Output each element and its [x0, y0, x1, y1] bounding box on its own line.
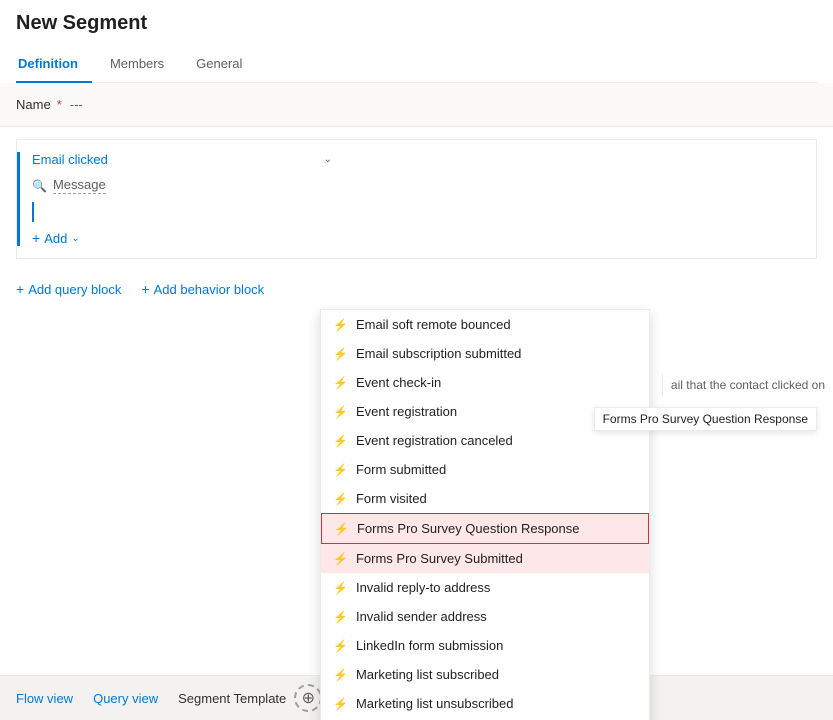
- lightning-icon: ⚡: [333, 376, 348, 390]
- dropdown-item-marketing-list-subscribed[interactable]: ⚡ Marketing list subscribed: [321, 660, 649, 689]
- dropdown-item-label: Invalid sender address: [356, 609, 487, 624]
- add-button[interactable]: + Add ⌄: [32, 230, 80, 246]
- dropdown-list[interactable]: ⚡ Email soft remote bounced ⚡ Email subscri…: [321, 310, 649, 720]
- chevron-down-icon: ⌄: [324, 154, 332, 165]
- dropdown-item-label: Invalid reply-to address: [356, 580, 490, 595]
- add-query-block-link[interactable]: + Add query block: [16, 281, 121, 297]
- lightning-icon: ⚡: [334, 522, 349, 536]
- dropdown-item-forms-pro-survey-submitted[interactable]: ⚡ Forms Pro Survey Submitted: [321, 544, 649, 573]
- dropdown-item-email-soft-remote-bounced[interactable]: ⚡ Email soft remote bounced: [321, 310, 649, 339]
- dropdown-item-label: Event check-in: [356, 375, 441, 390]
- dropdown-item-label: Form submitted: [356, 462, 446, 477]
- dropdown-item-label: Forms Pro Survey Question Response: [357, 521, 580, 536]
- lightning-icon: ⚡: [333, 492, 348, 506]
- lightning-icon: ⚡: [333, 639, 348, 653]
- name-value: ---: [70, 97, 83, 112]
- tab-general[interactable]: General: [194, 48, 256, 83]
- lightning-icon: ⚡: [333, 668, 348, 682]
- dropdown-item-label: Email subscription submitted: [356, 346, 521, 361]
- dropdown-item-form-submitted[interactable]: ⚡ Form submitted: [321, 455, 649, 484]
- lightning-icon: ⚡: [333, 610, 348, 624]
- message-label[interactable]: Message: [53, 177, 106, 194]
- dropdown-menu: ⚡ Email soft remote bounced ⚡ Email subscri…: [320, 309, 650, 720]
- search-icon: 🔍: [32, 179, 47, 193]
- lightning-icon: ⚡: [333, 581, 348, 595]
- segment-block-inner: Email clicked ⌄ 🔍 Message + Add ⌄: [17, 152, 804, 246]
- dropdown-item-label: LinkedIn form submission: [356, 638, 503, 653]
- lightning-icon: ⚡: [333, 463, 348, 477]
- dropdown-item-label: Event registration canceled: [356, 433, 513, 448]
- name-row: Name * ---: [0, 83, 833, 127]
- dropdown-item-linkedin-form-submission[interactable]: ⚡ LinkedIn form submission: [321, 631, 649, 660]
- action-row: + Add query block + Add behavior block: [0, 271, 833, 307]
- tab-definition[interactable]: Definition: [16, 48, 92, 83]
- dropdown-item-invalid-sender-address[interactable]: ⚡ Invalid sender address: [321, 602, 649, 631]
- name-label: Name: [16, 97, 51, 112]
- flow-view-link[interactable]: Flow view: [16, 691, 73, 706]
- lightning-icon: ⚡: [333, 318, 348, 332]
- plus-icon: +: [141, 281, 149, 297]
- page-title: New Segment: [16, 12, 817, 35]
- blue-bar: [32, 202, 34, 222]
- required-star: *: [57, 97, 62, 112]
- email-clicked-label[interactable]: Email clicked: [32, 152, 108, 167]
- plus-icon: +: [32, 230, 40, 246]
- message-row: 🔍 Message: [32, 177, 804, 194]
- lightning-icon: ⚡: [333, 405, 348, 419]
- dropdown-item-label: Marketing list subscribed: [356, 667, 499, 682]
- add-button-row: + Add ⌄: [32, 230, 804, 246]
- dropdown-item-form-visited[interactable]: ⚡ Form visited: [321, 484, 649, 513]
- plus-icon: +: [16, 281, 24, 297]
- tabs-row: Definition Members General: [16, 47, 817, 83]
- lightning-icon: ⚡: [333, 552, 348, 566]
- page-container: New Segment Definition Members General N…: [0, 0, 833, 720]
- dropdown-item-marketing-list-unsubscribed[interactable]: ⚡ Marketing list unsubscribed: [321, 689, 649, 718]
- main-content: Email clicked ⌄ 🔍 Message + Add ⌄: [0, 139, 833, 307]
- add-behavior-block-link[interactable]: + Add behavior block: [141, 281, 264, 297]
- dropdown-item-invalid-reply-to-address[interactable]: ⚡ Invalid reply-to address: [321, 573, 649, 602]
- segment-template-label: Segment Template: [178, 691, 286, 706]
- dropdown-item-label: Form visited: [356, 491, 427, 506]
- page-header: New Segment Definition Members General: [0, 0, 833, 83]
- lightning-icon: ⚡: [333, 434, 348, 448]
- lightning-icon: ⚡: [333, 347, 348, 361]
- tooltip-box: Forms Pro Survey Question Response: [594, 407, 817, 431]
- dropdown-item-label: Forms Pro Survey Submitted: [356, 551, 523, 566]
- dropdown-item-email-subscription-submitted[interactable]: ⚡ Email subscription submitted: [321, 339, 649, 368]
- template-icon: ⊕: [294, 684, 322, 712]
- right-hint-text: ail that the contact clicked on: [662, 374, 833, 396]
- lightning-icon: ⚡: [333, 697, 348, 711]
- chevron-down-icon: ⌄: [71, 233, 79, 244]
- tab-members[interactable]: Members: [108, 48, 178, 83]
- email-clicked-row[interactable]: Email clicked ⌄: [32, 152, 332, 167]
- dropdown-item-label: Event registration: [356, 404, 457, 419]
- query-view-link[interactable]: Query view: [93, 691, 158, 706]
- segment-block: Email clicked ⌄ 🔍 Message + Add ⌄: [16, 139, 817, 259]
- dropdown-item-label: Marketing list unsubscribed: [356, 696, 514, 711]
- dropdown-item-event-check-in[interactable]: ⚡ Event check-in: [321, 368, 649, 397]
- dropdown-item-label: Email soft remote bounced: [356, 317, 511, 332]
- dropdown-item-forms-pro-survey-question-response[interactable]: ⚡ Forms Pro Survey Question Response: [321, 513, 649, 544]
